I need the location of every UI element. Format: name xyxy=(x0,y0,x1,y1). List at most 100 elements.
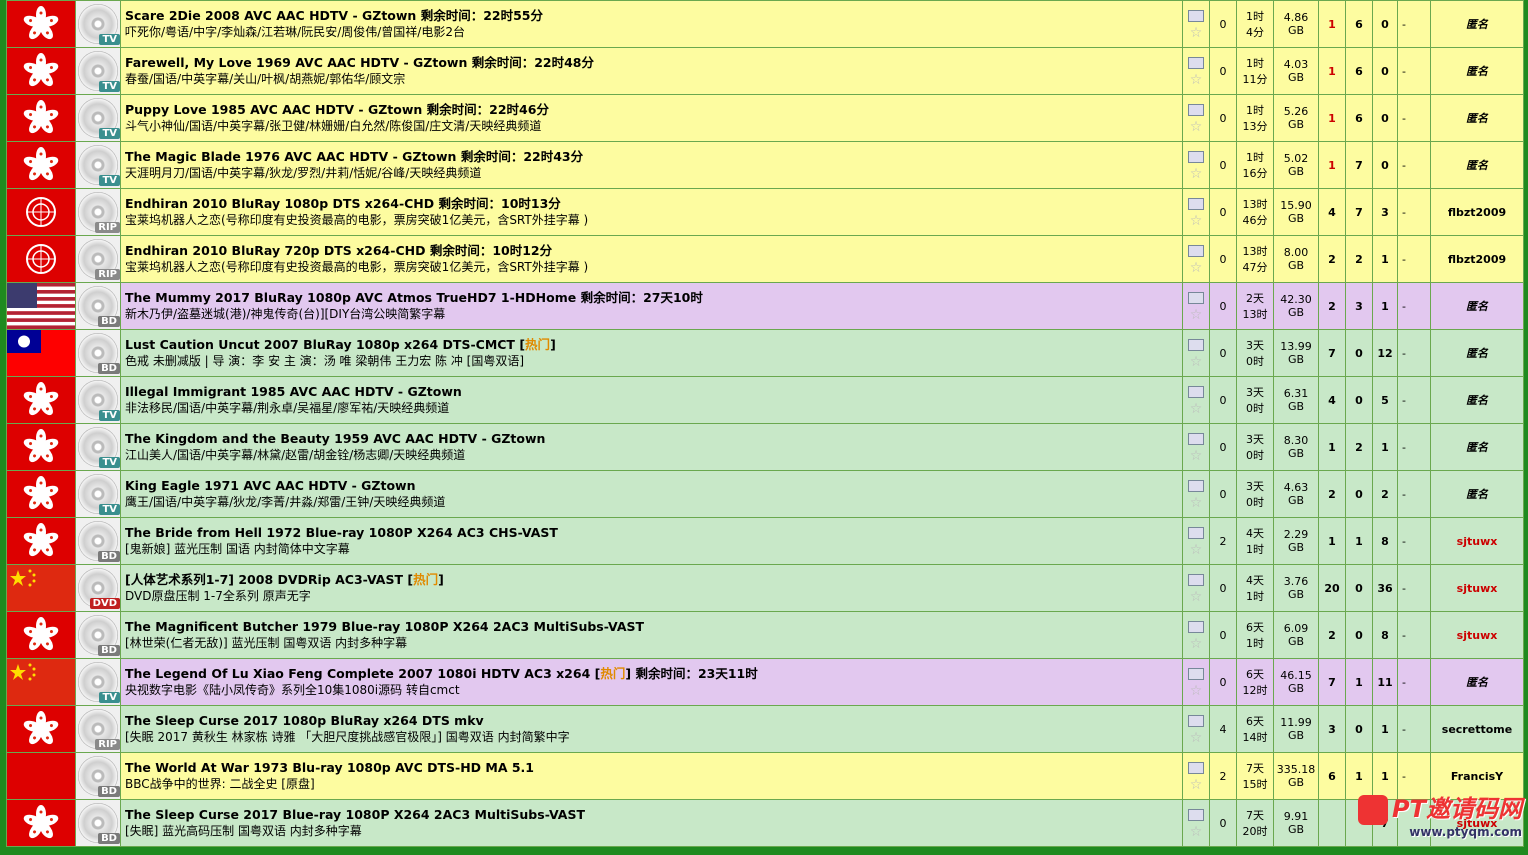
region-flag-cell[interactable] xyxy=(6,235,76,283)
torrent-title-link[interactable]: The Sleep Curse 2017 1080p BluRay x264 D… xyxy=(125,713,484,728)
leechers-count[interactable]: 0 xyxy=(1345,329,1373,377)
comments-count[interactable]: 0 xyxy=(1209,611,1237,659)
leechers-count[interactable]: 0 xyxy=(1345,376,1373,424)
seeders-count[interactable]: 1 xyxy=(1318,0,1346,48)
torrent-title-link[interactable]: [人体艺术系列1-7] 2008 DVDRip AC3-VAST xyxy=(125,572,403,587)
uploader-name[interactable]: 匿名 xyxy=(1430,141,1524,189)
comments-count[interactable]: 0 xyxy=(1209,188,1237,236)
leechers-count[interactable]: 1 xyxy=(1345,517,1373,565)
comments-count[interactable]: 2 xyxy=(1209,517,1237,565)
comments-count[interactable]: 0 xyxy=(1209,141,1237,189)
download-icon[interactable] xyxy=(1188,715,1204,727)
leechers-count[interactable]: 0 xyxy=(1345,564,1373,612)
seeders-count[interactable]: 2 xyxy=(1318,611,1346,659)
leechers-count[interactable]: 2 xyxy=(1345,235,1373,283)
leechers-count[interactable]: 2 xyxy=(1345,423,1373,471)
torrent-title-link[interactable]: The Magnificent Butcher 1979 Blue-ray 10… xyxy=(125,619,644,634)
category-cell[interactable]: TV xyxy=(75,376,121,424)
seeders-count[interactable]: 2 xyxy=(1318,470,1346,518)
snatched-count[interactable]: 3 xyxy=(1372,188,1398,236)
torrent-title-link[interactable]: The Legend Of Lu Xiao Feng Complete 2007… xyxy=(125,666,590,681)
torrent-title-link[interactable]: Endhiran 2010 BluRay 720p DTS x264-CHD xyxy=(125,243,425,258)
region-flag-cell[interactable] xyxy=(6,423,76,471)
leechers-count[interactable]: 6 xyxy=(1345,47,1373,95)
comments-count[interactable]: 0 xyxy=(1209,564,1237,612)
snatched-count[interactable]: 5 xyxy=(1372,376,1398,424)
torrent-title-link[interactable]: The Mummy 2017 BluRay 1080p AVC Atmos Tr… xyxy=(125,290,576,305)
comments-count[interactable]: 0 xyxy=(1209,0,1237,48)
download-icon[interactable] xyxy=(1188,57,1204,69)
category-cell[interactable]: RIP xyxy=(75,705,121,753)
snatched-count[interactable]: 1 xyxy=(1372,705,1398,753)
snatched-count[interactable]: 0 xyxy=(1372,0,1398,48)
uploader-name[interactable]: 匿名 xyxy=(1430,329,1524,377)
torrent-title-link[interactable]: Farewell, My Love 1969 AVC AAC HDTV - GZ… xyxy=(125,55,467,70)
region-flag-cell[interactable] xyxy=(6,47,76,95)
region-flag-cell[interactable] xyxy=(6,799,76,847)
download-icon[interactable] xyxy=(1188,480,1204,492)
star-icon[interactable]: ☆ xyxy=(1184,120,1209,134)
comments-count[interactable]: 0 xyxy=(1209,94,1237,142)
category-cell[interactable]: RIP xyxy=(75,235,121,283)
uploader-name[interactable]: 匿名 xyxy=(1430,94,1524,142)
star-icon[interactable]: ☆ xyxy=(1184,496,1209,510)
leechers-count[interactable]: 3 xyxy=(1345,282,1373,330)
seeders-count[interactable]: 4 xyxy=(1318,188,1346,236)
snatched-count[interactable]: 8 xyxy=(1372,611,1398,659)
torrent-title-link[interactable]: Scare 2Die 2008 AVC AAC HDTV - GZtown xyxy=(125,8,416,23)
download-icon[interactable] xyxy=(1188,762,1204,774)
leechers-count[interactable]: 0 xyxy=(1345,705,1373,753)
download-icon[interactable] xyxy=(1188,668,1204,680)
torrent-title-link[interactable]: Endhiran 2010 BluRay 1080p DTS x264-CHD xyxy=(125,196,434,211)
seeders-count[interactable]: 2 xyxy=(1318,235,1346,283)
leechers-count[interactable]: 6 xyxy=(1345,94,1373,142)
star-icon[interactable]: ☆ xyxy=(1184,590,1209,604)
star-icon[interactable]: ☆ xyxy=(1184,731,1209,745)
comments-count[interactable]: 4 xyxy=(1209,705,1237,753)
seeders-count[interactable]: 7 xyxy=(1318,658,1346,706)
category-cell[interactable]: TV xyxy=(75,470,121,518)
category-cell[interactable]: TV xyxy=(75,0,121,48)
download-icon[interactable] xyxy=(1188,386,1204,398)
leechers-count[interactable]: 7 xyxy=(1345,141,1373,189)
comments-count[interactable]: 0 xyxy=(1209,799,1237,847)
region-flag-cell[interactable] xyxy=(6,470,76,518)
seeders-count[interactable]: 7 xyxy=(1318,329,1346,377)
region-flag-cell[interactable] xyxy=(6,188,76,236)
uploader-name[interactable]: 匿名 xyxy=(1430,470,1524,518)
seeders-count[interactable]: 1 xyxy=(1318,94,1346,142)
category-cell[interactable]: TV xyxy=(75,423,121,471)
region-flag-cell[interactable] xyxy=(6,517,76,565)
uploader-name[interactable]: flbzt2009 xyxy=(1430,188,1524,236)
snatched-count[interactable]: 0 xyxy=(1372,141,1398,189)
seeders-count[interactable]: 1 xyxy=(1318,517,1346,565)
download-icon[interactable] xyxy=(1188,10,1204,22)
leechers-count[interactable]: 0 xyxy=(1345,611,1373,659)
star-icon[interactable]: ☆ xyxy=(1184,684,1209,698)
region-flag-cell[interactable] xyxy=(6,141,76,189)
region-flag-cell[interactable] xyxy=(6,376,76,424)
leechers-count[interactable]: 0 xyxy=(1345,470,1373,518)
star-icon[interactable]: ☆ xyxy=(1184,825,1209,839)
snatched-count[interactable]: 2 xyxy=(1372,470,1398,518)
comments-count[interactable]: 0 xyxy=(1209,376,1237,424)
category-cell[interactable]: BD xyxy=(75,611,121,659)
comments-count[interactable]: 0 xyxy=(1209,423,1237,471)
snatched-count[interactable]: 8 xyxy=(1372,517,1398,565)
comments-count[interactable]: 0 xyxy=(1209,658,1237,706)
comments-count[interactable]: 2 xyxy=(1209,752,1237,800)
uploader-name[interactable]: 匿名 xyxy=(1430,658,1524,706)
snatched-count[interactable]: 11 xyxy=(1372,658,1398,706)
region-flag-cell[interactable] xyxy=(6,329,76,377)
uploader-name[interactable]: secrettome xyxy=(1430,705,1524,753)
star-icon[interactable]: ☆ xyxy=(1184,637,1209,651)
region-flag-cell[interactable] xyxy=(6,0,76,48)
category-cell[interactable]: TV xyxy=(75,141,121,189)
leechers-count[interactable]: 6 xyxy=(1345,0,1373,48)
download-icon[interactable] xyxy=(1188,809,1204,821)
download-icon[interactable] xyxy=(1188,621,1204,633)
category-cell[interactable]: BD xyxy=(75,282,121,330)
snatched-count[interactable]: 1 xyxy=(1372,423,1398,471)
star-icon[interactable]: ☆ xyxy=(1184,261,1209,275)
star-icon[interactable]: ☆ xyxy=(1184,543,1209,557)
